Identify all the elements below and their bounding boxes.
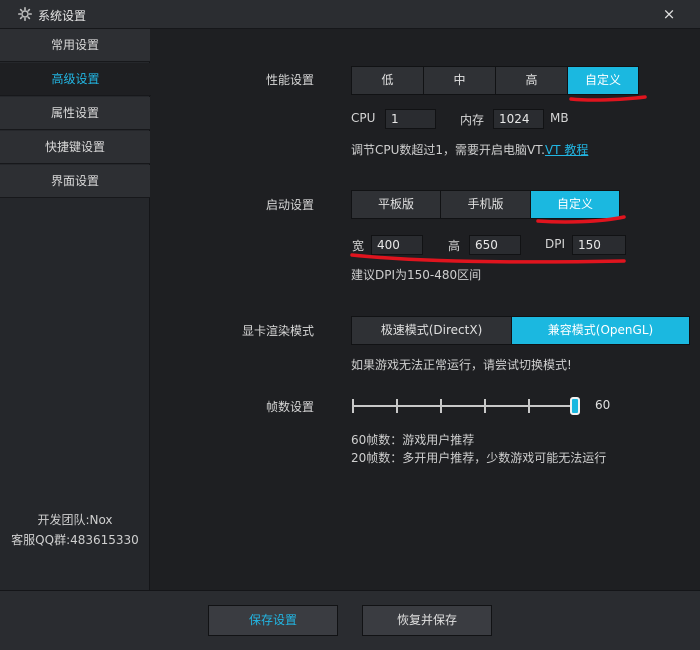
annotation-underlines	[350, 95, 647, 264]
save-button[interactable]: 保存设置	[208, 605, 338, 636]
bottom-bar: 保存设置 恢复并保存	[0, 590, 700, 650]
annotation-underline-resolution	[350, 253, 626, 264]
annotation-underline-performance	[569, 95, 647, 102]
restore-and-save-button[interactable]: 恢复并保存	[362, 605, 492, 636]
annotation-underline-startup	[536, 215, 626, 224]
